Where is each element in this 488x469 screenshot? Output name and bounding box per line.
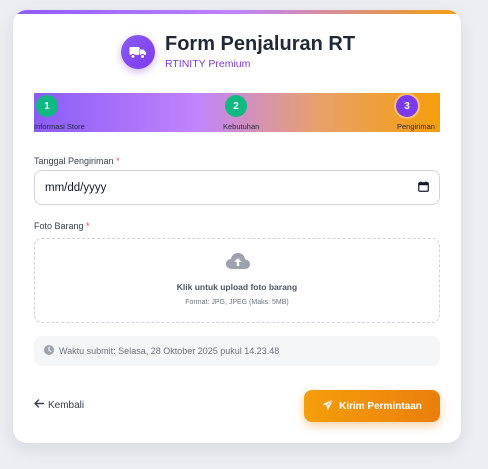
step-number: 1: [36, 95, 58, 117]
submit-time-info: Waktu submit: Selasa, 28 Oktober 2025 pu…: [34, 336, 440, 366]
cloud-upload-icon: [225, 251, 251, 276]
upload-instruction: Klik untuk upload foto barang: [176, 282, 298, 292]
truck-icon: [121, 34, 155, 69]
step-number: 2: [225, 95, 247, 117]
step-number: 3: [396, 95, 418, 117]
delivery-date-input[interactable]: mm/dd/yyyy: [34, 170, 440, 205]
required-mark: *: [86, 221, 90, 231]
form-header: Form Penjaluran RT RTINITY Premium: [121, 32, 355, 71]
date-field-label: Tanggal Pengiriman *: [34, 156, 120, 166]
step-label: Kebutuhan: [223, 122, 260, 131]
date-input-value: mm/dd/yyyy: [45, 181, 107, 194]
required-mark: *: [116, 156, 120, 166]
form-card: Form Penjaluran RT RTINITY Premium 1 Inf…: [13, 10, 461, 443]
clock-icon: [44, 342, 54, 360]
page-title: Form Penjaluran RT: [165, 33, 356, 55]
photo-field-label: Foto Barang *: [34, 221, 90, 231]
progress-stepper: 1 Informasi Store 2 Kebutuhan 3 Pengirim…: [34, 93, 440, 132]
step-label: Pengiriman: [397, 122, 435, 131]
calendar-icon[interactable]: [418, 179, 429, 197]
page-subtitle: RTINITY Premium: [165, 58, 251, 70]
paper-plane-icon: [322, 398, 334, 414]
back-button-label: Kembali: [48, 399, 85, 411]
upload-format-hint: Format: JPG, JPEG (Maks. 5MB): [185, 299, 289, 306]
submit-time-text: Waktu submit: Selasa, 28 Oktober 2025 pu…: [59, 346, 280, 356]
arrow-left-icon: [34, 399, 45, 411]
submit-button-label: Kirim Permintaan: [339, 400, 422, 412]
photo-upload-dropzone[interactable]: Klik untuk upload foto barang Format: JP…: [34, 238, 440, 323]
step-label: Informasi Store: [34, 122, 85, 131]
back-button[interactable]: Kembali: [34, 399, 84, 411]
submit-request-button[interactable]: Kirim Permintaan: [304, 390, 440, 422]
top-accent-strip: [13, 10, 461, 14]
